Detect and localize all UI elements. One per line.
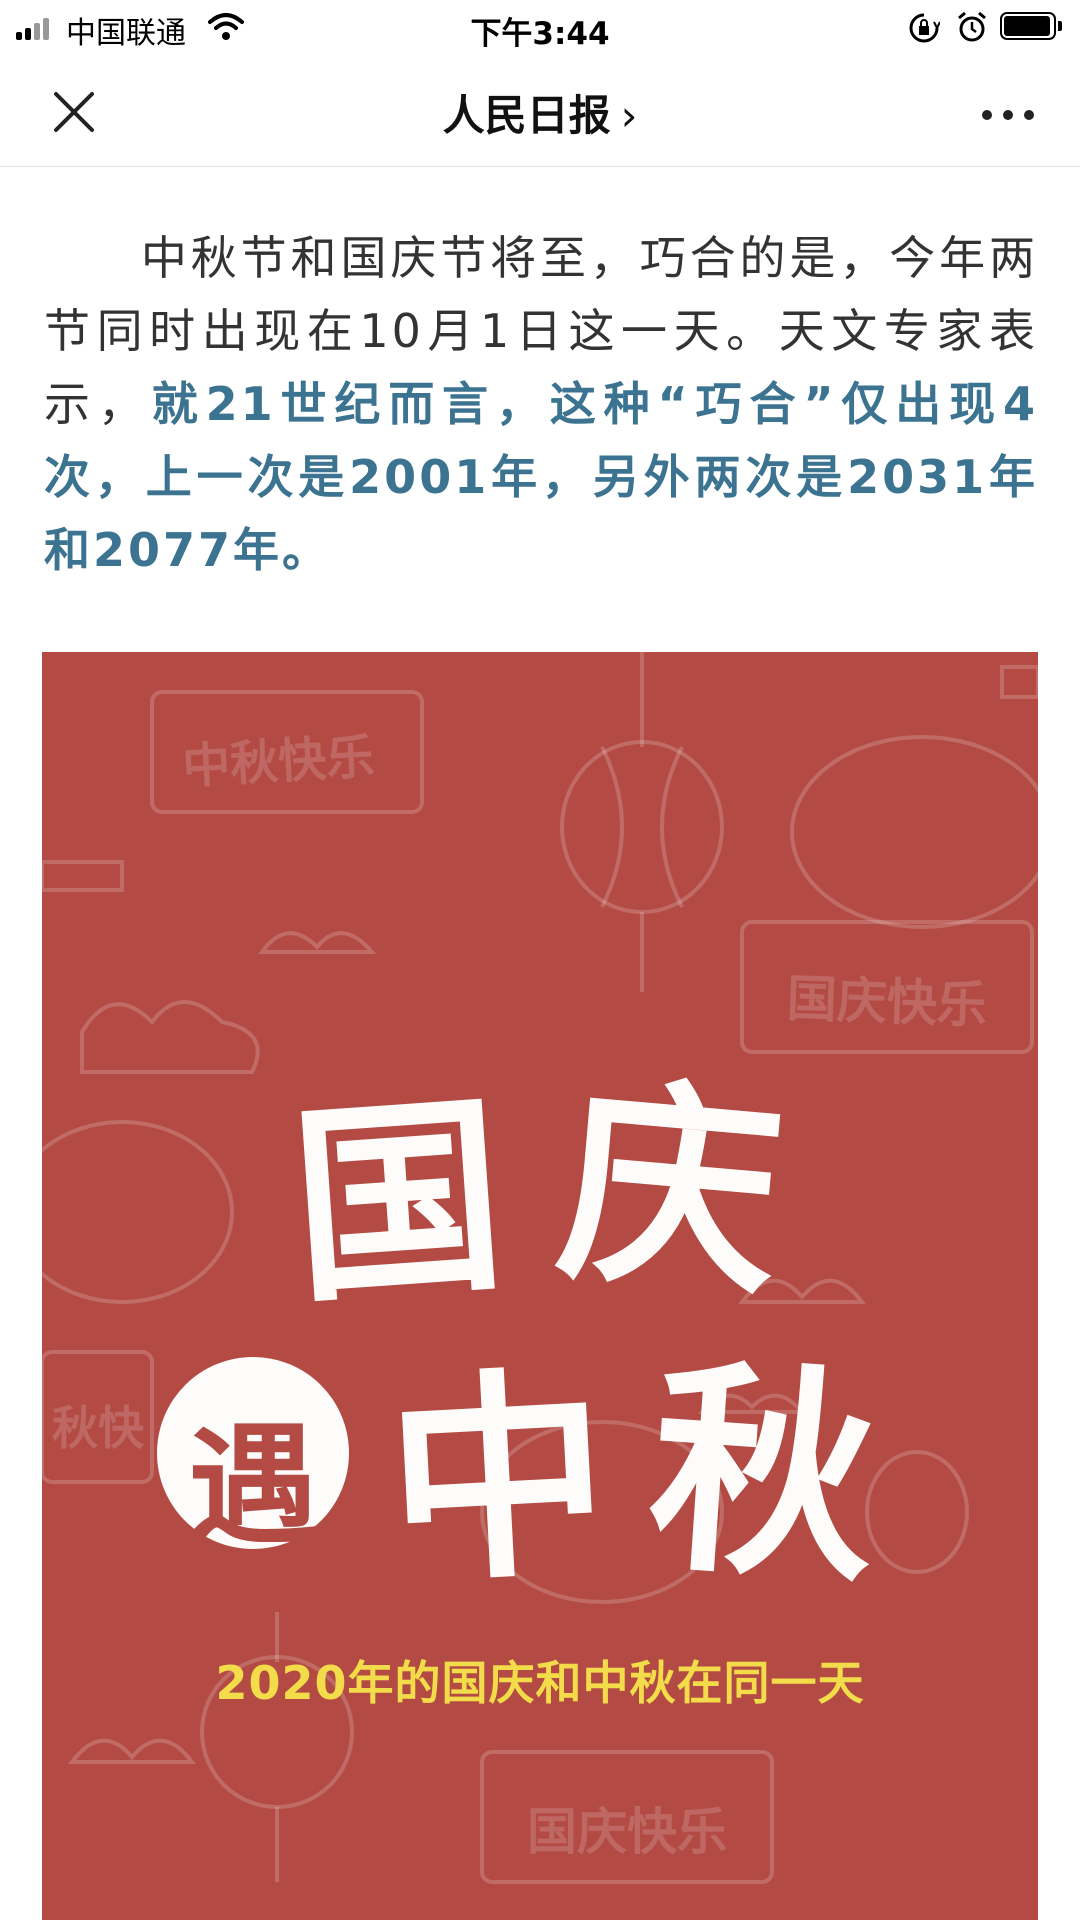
account-title-link[interactable]: 人民日报 › bbox=[0, 82, 1080, 143]
yu-badge: 遇 bbox=[157, 1357, 349, 1562]
title-char-guo: 国 bbox=[284, 1070, 512, 1332]
status-bar: 中国联通 下午3:44 bbox=[0, 0, 1080, 56]
more-icon[interactable] bbox=[978, 104, 1038, 124]
chevron-right-icon: › bbox=[620, 91, 638, 140]
title-char-yu: 遇 bbox=[187, 1409, 318, 1562]
scroll-text: 国庆快乐 bbox=[527, 1802, 727, 1861]
scroll-text: 秋快 bbox=[52, 1401, 144, 1455]
poster-subtitle: 2020年的国庆和中秋在同一天 bbox=[215, 1656, 865, 1710]
account-title: 人民日报 bbox=[442, 91, 611, 140]
scroll-text: 国庆快乐 bbox=[785, 968, 988, 1035]
poster-image: 中秋快乐 国庆快乐 秋快 国庆快乐 国 庆 遇 中 秋 2020年的国庆和中秋在… bbox=[42, 652, 1038, 1920]
article-paragraph: 中秋节和国庆节将至，巧合的是，今年两节同时出现在10月1日这一天。天文专家表示，… bbox=[44, 222, 1038, 587]
article-highlight-text: 就21世纪而言，这种“巧合”仅出现4次，上一次是2001年，另外两次是2031年… bbox=[44, 377, 1038, 577]
title-char-zhong: 中 bbox=[381, 1343, 615, 1614]
rotation-lock-icon bbox=[909, 13, 940, 43]
scroll-text: 中秋快乐 bbox=[180, 729, 376, 795]
nav-bar: 人民日报 › bbox=[0, 56, 1080, 167]
alarm-icon bbox=[958, 11, 986, 42]
poster-background-pattern bbox=[42, 652, 1038, 1884]
title-char-qiu: 秋 bbox=[641, 1335, 885, 1615]
battery-icon bbox=[1000, 12, 1064, 42]
